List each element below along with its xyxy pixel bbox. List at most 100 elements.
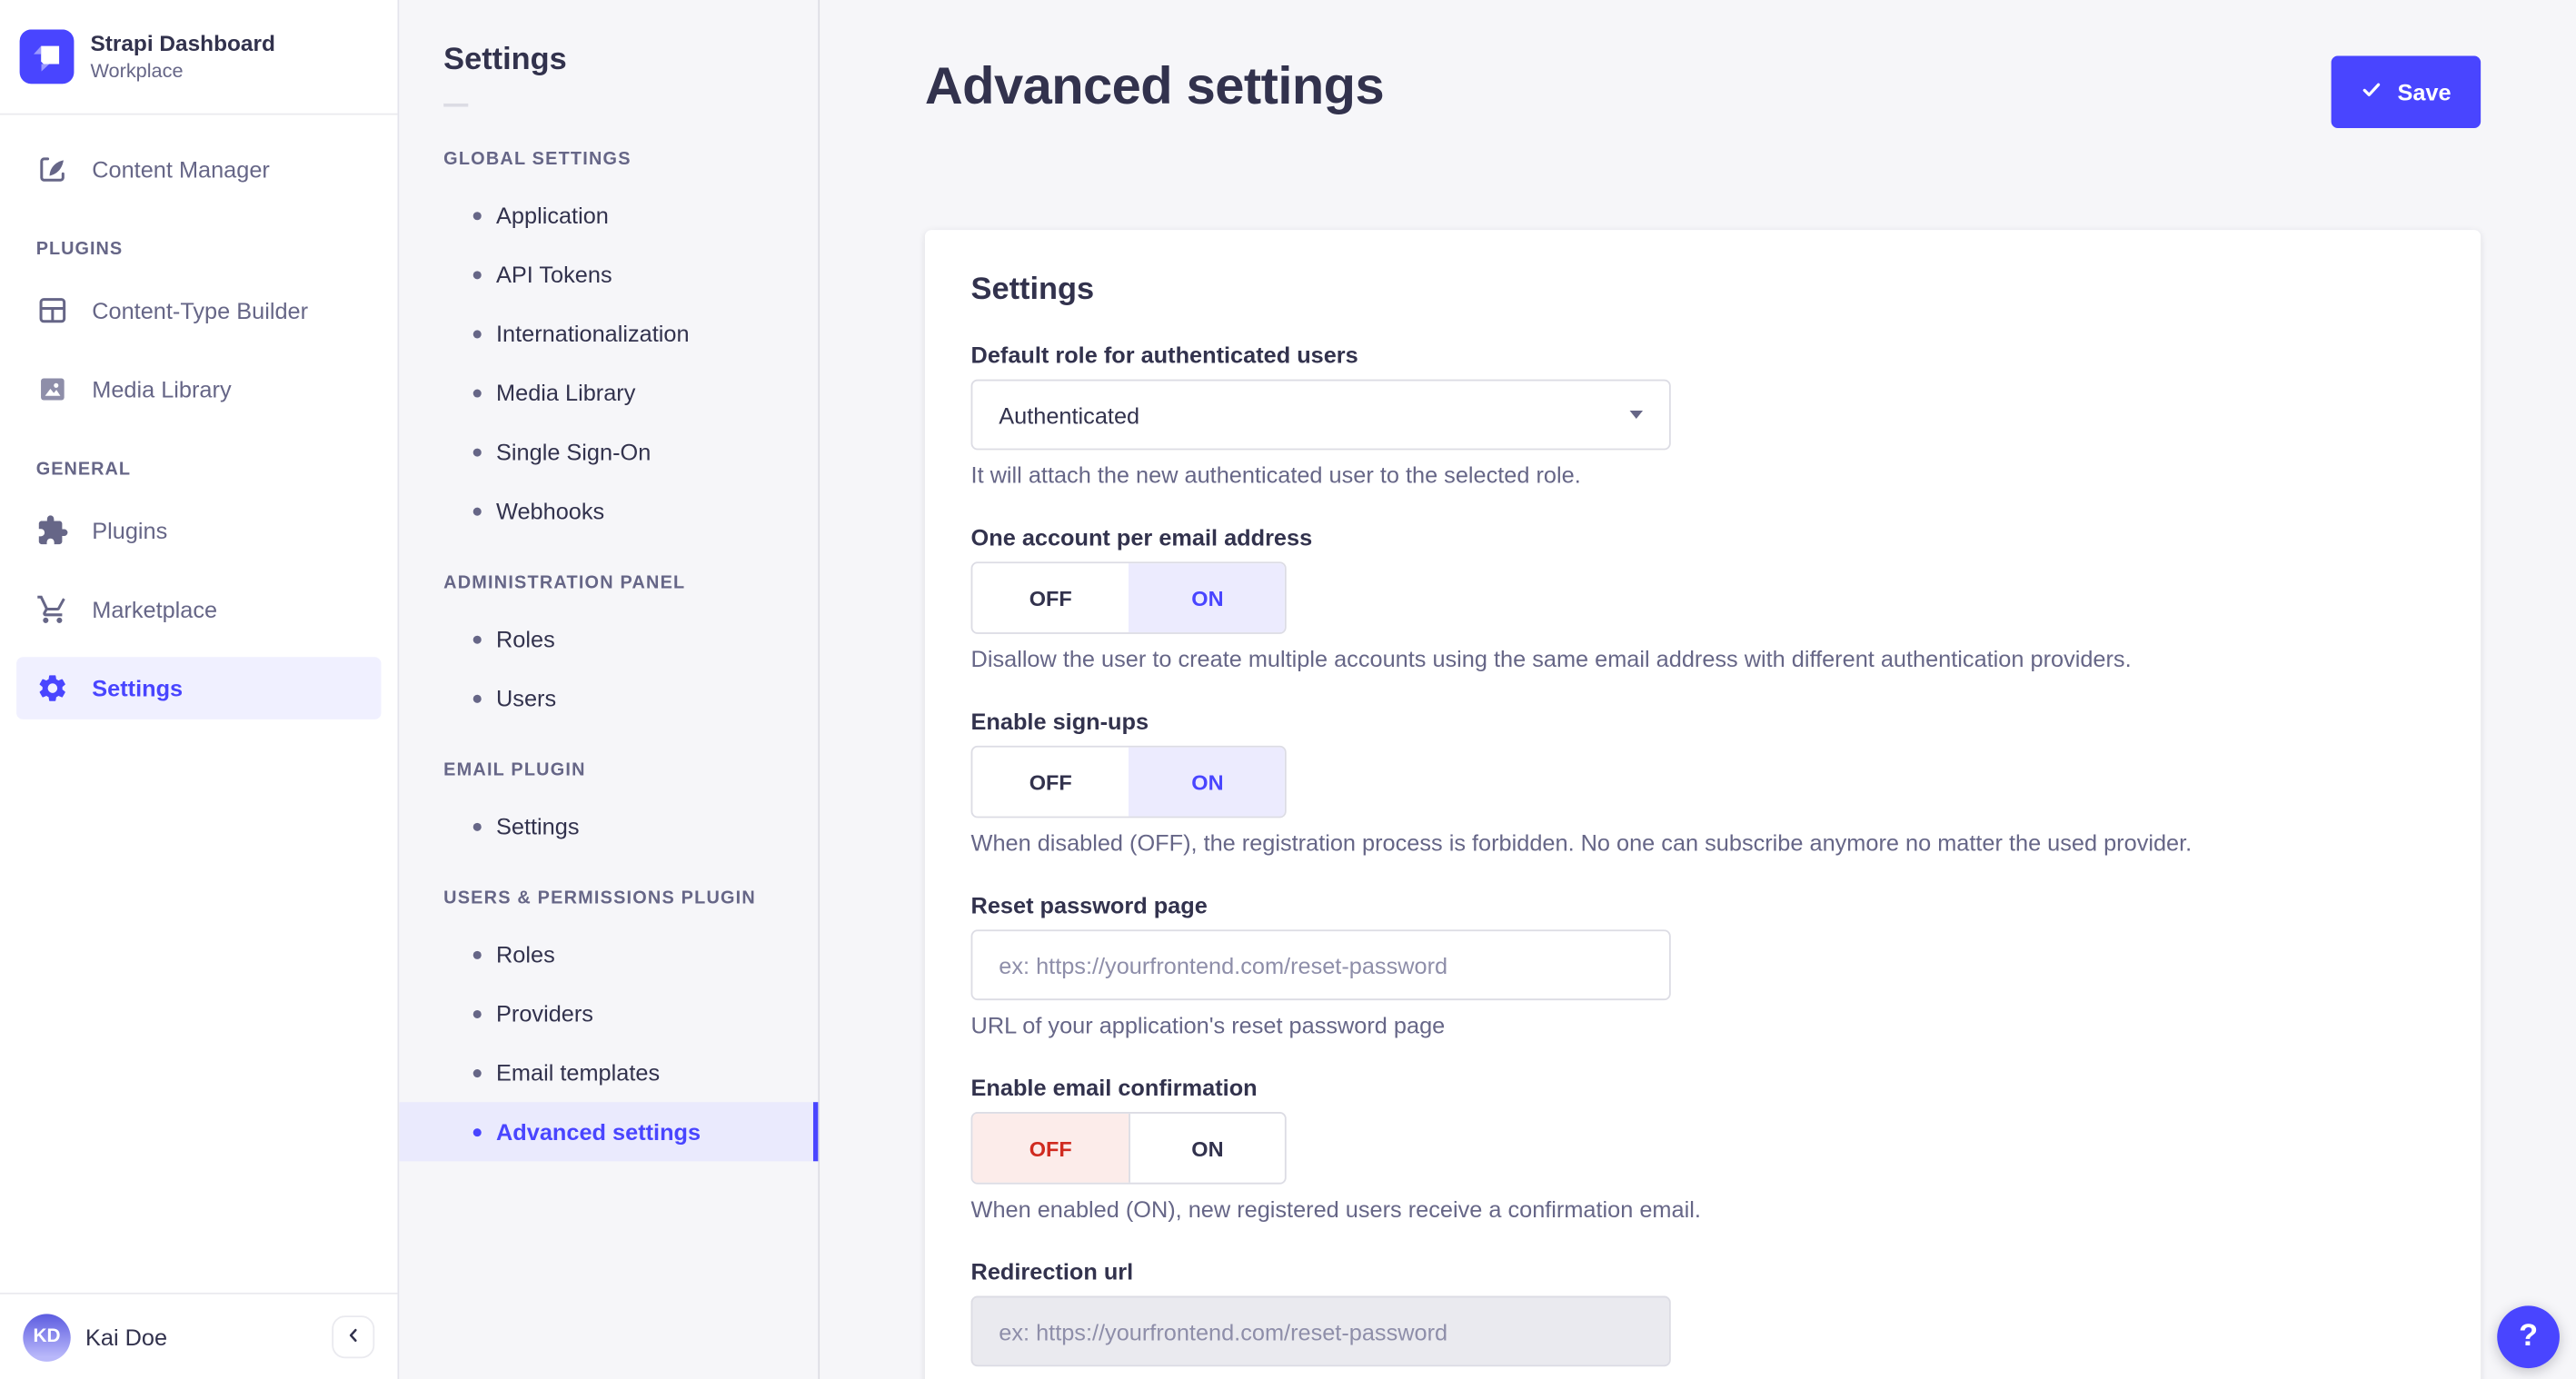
collapse-sidebar-button[interactable] (332, 1315, 375, 1359)
bullet-icon (472, 693, 482, 702)
field-label: Enable sign-ups (970, 708, 1149, 735)
cart-icon (36, 593, 69, 626)
app: Strapi Dashboard Workplace Content Manag… (0, 0, 2576, 1379)
content-type-builder-icon (36, 294, 69, 327)
workspace-switcher[interactable]: Strapi Dashboard Workplace (0, 0, 398, 114)
toggle-on-option[interactable]: ON (1129, 747, 1285, 817)
subnav-section-global-settings: GLOBAL SETTINGS (443, 149, 632, 170)
sidebar-item-settings[interactable]: Settings (16, 657, 382, 719)
subnav-section-email-plugin: EMAIL PLUGIN (443, 760, 586, 780)
field-default-role: Default role for authenticated users Aut… (970, 342, 2435, 488)
sidebar-item-label: Settings (92, 675, 184, 702)
subnav-item-api-tokens[interactable]: API Tokens (399, 244, 818, 303)
save-button-label: Save (2397, 78, 2452, 105)
settings-subnav: Settings GLOBAL SETTINGS Application API… (399, 0, 821, 1379)
chevron-left-icon (342, 1323, 364, 1351)
enable-signups-toggle: OFF ON (970, 745, 1287, 818)
field-hint: When disabled (OFF), the registration pr… (970, 829, 2193, 856)
workspace-title: Strapi Dashboard (90, 31, 275, 56)
field-hint: It will attach the new authenticated use… (970, 461, 1581, 488)
sidebar-item-plugins[interactable]: Plugins (16, 500, 381, 562)
card-heading: Settings (970, 273, 1095, 308)
gear-icon (36, 671, 69, 704)
subnav-item-label: Roles (496, 941, 555, 967)
sidebar-item-label: Media Library (92, 376, 232, 402)
subnav-section-users-permissions-plugin: USERS & PERMISSIONS PLUGIN (443, 888, 756, 908)
subnav-item-webhooks[interactable]: Webhooks (399, 481, 818, 541)
one-account-toggle: OFF ON (970, 561, 1287, 634)
field-email-confirmation: Enable email confirmation OFF ON When en… (970, 1074, 2435, 1223)
subnav-item-label: API Tokens (496, 261, 612, 288)
help-button[interactable]: ? (2497, 1305, 2560, 1369)
toggle-on-option[interactable]: ON (1129, 1113, 1285, 1183)
subnav-item-advanced-settings[interactable]: Advanced settings (399, 1102, 819, 1162)
toggle-off-option[interactable]: OFF (972, 1113, 1129, 1183)
bullet-icon (472, 1127, 482, 1136)
default-role-select[interactable]: Authenticated (970, 379, 1671, 451)
sidebar-section-general: GENERAL (35, 460, 131, 480)
subnav-item-internationalization[interactable]: Internationalization (399, 303, 818, 362)
subnav-item-label: Settings (496, 812, 580, 839)
sidebar-item-content-type-builder[interactable]: Content-Type Builder (16, 279, 381, 342)
question-mark-icon: ? (2519, 1318, 2539, 1354)
workspace-subtitle: Workplace (90, 59, 184, 83)
toggle-off-option[interactable]: OFF (972, 748, 1129, 817)
bullet-icon (472, 211, 482, 220)
sidebar-item-media-library[interactable]: Media Library (16, 358, 381, 421)
toggle-off-option[interactable]: OFF (972, 563, 1129, 632)
field-hint: Disallow the user to create multiple acc… (970, 645, 2132, 672)
toggle-on-option[interactable]: ON (1129, 563, 1285, 633)
subnav-item-label: Single Sign-On (496, 438, 651, 465)
save-button[interactable]: Save (2332, 55, 2482, 129)
strapi-logo-icon (19, 29, 75, 84)
field-hint: When enabled (ON), new registered users … (970, 1195, 1701, 1223)
sidebar-item-marketplace[interactable]: Marketplace (16, 578, 381, 640)
bullet-icon (472, 447, 482, 456)
divider (443, 103, 469, 107)
field-reset-password: Reset password page URL of your applicat… (970, 891, 2435, 1038)
subnav-item-label: Media Library (496, 379, 636, 406)
bullet-icon (472, 506, 482, 515)
subnav-item-up-roles[interactable]: Roles (399, 925, 818, 984)
subnav-item-label: Application (496, 202, 609, 229)
settings-card: Settings Default role for authenticated … (924, 230, 2482, 1379)
sidebar-item-content-manager[interactable]: Content Manager (16, 138, 381, 201)
field-one-account: One account per email address OFF ON Dis… (970, 523, 2435, 672)
field-label: Default role for authenticated users (970, 342, 1358, 369)
bullet-icon (472, 270, 482, 279)
sidebar-item-label: Plugins (92, 517, 168, 544)
email-confirmation-toggle: OFF ON (970, 1112, 1287, 1185)
bullet-icon (472, 388, 482, 397)
chevron-down-icon (1629, 411, 1644, 420)
bullet-icon (472, 821, 482, 830)
select-value: Authenticated (999, 402, 1140, 428)
subnav-item-admin-users[interactable]: Users (399, 669, 818, 728)
field-redirection-url: Redirection url (970, 1257, 2435, 1367)
subnav-item-email-templates[interactable]: Email templates (399, 1043, 818, 1102)
field-label: Reset password page (970, 891, 1208, 918)
check-icon (2362, 79, 2383, 105)
page-title: Advanced settings (924, 55, 1385, 115)
subnav-item-label: Roles (496, 625, 555, 652)
redirection-url-input (970, 1295, 1671, 1367)
field-label: One account per email address (970, 523, 1313, 551)
field-label: Enable email confirmation (970, 1074, 1258, 1101)
avatar[interactable]: KD (23, 1313, 71, 1361)
user-name: Kai Doe (85, 1324, 168, 1351)
bullet-icon (472, 329, 482, 338)
sidebar-item-label: Content-Type Builder (92, 297, 309, 324)
subnav-item-admin-roles[interactable]: Roles (399, 610, 818, 669)
pen-icon (36, 153, 69, 185)
subnav-item-application[interactable]: Application (399, 185, 818, 244)
subnav-item-media-library[interactable]: Media Library (399, 363, 818, 422)
field-label: Redirection url (970, 1257, 1134, 1285)
main-content: Advanced settings Save Settings Default … (820, 0, 2576, 1379)
subnav-item-providers[interactable]: Providers (399, 984, 818, 1043)
subnav-item-email-settings[interactable]: Settings (399, 797, 818, 856)
bullet-icon (472, 949, 482, 958)
reset-password-input[interactable] (970, 929, 1671, 1001)
subnav-item-single-sign-on[interactable]: Single Sign-On (399, 422, 818, 481)
main-sidebar: Strapi Dashboard Workplace Content Manag… (0, 0, 400, 1379)
sidebar-section-plugins: PLUGINS (35, 239, 124, 260)
sidebar-item-label: Marketplace (92, 596, 218, 623)
